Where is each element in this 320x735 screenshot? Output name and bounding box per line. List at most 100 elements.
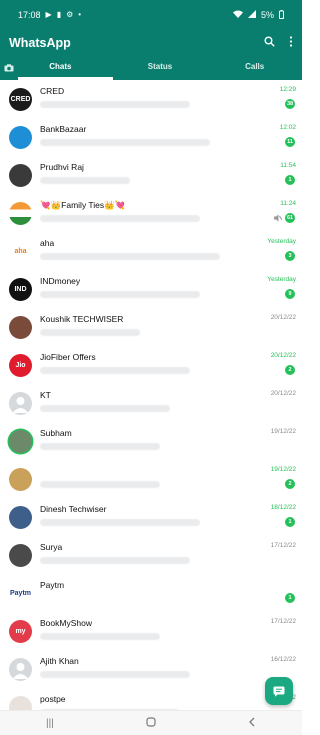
chat-content: CRED — [40, 83, 254, 115]
chat-content: Surya — [40, 539, 254, 571]
chat-time: 20/12/22 — [270, 314, 296, 321]
chat-meta: 20/12/22 2 — [254, 349, 296, 381]
chat-content: 💘👑Family Ties👑💘 — [40, 197, 254, 229]
chat-time: 20/12/22 — [270, 352, 296, 359]
status-bar: 17:08 ▶ ▮ ⚙ • 5% — [0, 0, 302, 30]
chat-row[interactable]: KT 20/12/22 — [0, 384, 302, 422]
chat-row[interactable]: CRED CRED 12:29 38 — [0, 80, 302, 118]
chat-content: Ajith Khan — [40, 653, 254, 685]
avatar[interactable] — [9, 391, 32, 415]
dot-icon: • — [78, 10, 82, 19]
message-preview — [40, 367, 190, 374]
avatar[interactable] — [9, 125, 32, 149]
chat-name: aha — [40, 238, 55, 248]
unread-badge: 1 — [285, 175, 295, 185]
message-preview — [40, 405, 170, 412]
avatar[interactable] — [9, 657, 32, 681]
chat-name: Prudhvi Raj — [40, 162, 84, 172]
chat-time: 11:54 — [280, 162, 296, 169]
chat-row[interactable]: Paytm Paytm 1 — [0, 574, 302, 612]
chat-time: 12:02 — [279, 124, 296, 131]
chat-meta: 19/12/22 — [254, 425, 296, 457]
chat-name: BankBazaar — [40, 124, 87, 134]
message-icon — [273, 686, 285, 697]
message-preview — [40, 215, 200, 222]
home-icon[interactable] — [146, 716, 156, 730]
chat-content: Subham — [40, 425, 254, 457]
chat-content: BookMyShow — [40, 615, 254, 647]
chat-row[interactable]: BankBazaar 12:02 11 — [0, 118, 302, 156]
battery-level: 5% — [260, 10, 274, 20]
search-icon[interactable] — [264, 34, 275, 52]
unread-badge: 61 — [285, 213, 295, 223]
chat-meta: 20/12/22 — [254, 311, 296, 343]
tab-status-label: Status — [147, 62, 173, 71]
unread-badge: 11 — [285, 137, 295, 147]
avatar[interactable] — [9, 467, 32, 491]
settings-icon: ⚙ — [66, 10, 74, 19]
avatar[interactable] — [9, 429, 32, 453]
back-icon[interactable] — [248, 717, 256, 730]
chat-row[interactable]: Koushik TECHWISER 20/12/22 — [0, 308, 302, 346]
chat-name: Dinesh Techwiser — [40, 504, 107, 514]
message-preview — [40, 519, 200, 526]
chat-row[interactable]: Prudhvi Raj 11:54 1 — [0, 156, 302, 194]
app-title: WhatsApp — [9, 36, 71, 50]
chat-time: 17/12/22 — [270, 618, 296, 625]
message-preview — [40, 671, 190, 678]
chat-row[interactable]: Dinesh Techwiser 18/12/22 1 — [0, 498, 302, 536]
avatar[interactable] — [9, 201, 32, 225]
avatar[interactable]: IND — [9, 277, 32, 301]
chat-row[interactable]: 💘👑Family Ties👑💘 11:24 61 — [0, 194, 302, 232]
avatar-text: Jio — [15, 361, 26, 369]
avatar[interactable]: CRED — [9, 87, 32, 111]
avatar[interactable]: Paytm — [9, 581, 32, 605]
chat-meta: 11:24 61 — [254, 197, 296, 229]
chat-time: Yesterday — [267, 238, 296, 245]
chat-meta: Yesterday 9 — [254, 273, 296, 305]
chat-name: postpe — [40, 694, 66, 704]
chat-meta: 19/12/22 2 — [254, 463, 296, 495]
chat-content: KT — [40, 387, 254, 419]
chat-row[interactable]: Ajith Khan 16/12/22 — [0, 650, 302, 688]
recents-icon[interactable]: ||| — [46, 718, 54, 729]
avatar[interactable] — [9, 315, 32, 339]
camera-icon[interactable] — [0, 56, 18, 80]
tab-calls-label: Calls — [245, 62, 265, 71]
avatar[interactable] — [9, 543, 32, 567]
chat-time: 16/12/22 — [270, 656, 296, 663]
chat-meta: 1 — [254, 577, 296, 609]
avatar[interactable] — [9, 163, 32, 187]
default-avatar-icon — [12, 396, 29, 413]
chat-name: Ajith Khan — [40, 656, 79, 666]
new-chat-button[interactable] — [265, 677, 293, 705]
chat-row[interactable]: Surya 17/12/22 — [0, 536, 302, 574]
message-preview — [40, 329, 140, 336]
tab-status[interactable]: Status — [113, 56, 208, 80]
avatar[interactable]: aha — [9, 239, 32, 263]
chat-row[interactable]: IND INDmoney Yesterday 9 — [0, 270, 302, 308]
tab-calls[interactable]: Calls — [207, 56, 302, 80]
tab-chats[interactable]: Chats — [18, 56, 113, 80]
unread-badge: 1 — [285, 593, 295, 603]
avatar[interactable]: Jio — [9, 353, 32, 377]
chat-row[interactable]: aha aha Yesterday 3 — [0, 232, 302, 270]
chat-row[interactable]: Subham 19/12/22 — [0, 422, 302, 460]
avatar[interactable]: my — [9, 619, 32, 643]
chat-row[interactable]: my BookMyShow 17/12/22 — [0, 612, 302, 650]
more-options-icon[interactable] — [289, 34, 293, 52]
avatar[interactable] — [9, 505, 32, 529]
chat-meta: Yesterday 3 — [254, 235, 296, 267]
chat-content: INDmoney — [40, 273, 254, 305]
avatar-text: CRED — [10, 95, 31, 103]
chat-row[interactable]: Jio JioFiber Offers 20/12/22 2 — [0, 346, 302, 384]
chat-content: aha — [40, 235, 254, 267]
message-preview — [40, 633, 160, 640]
chat-content: Koushik TECHWISER — [40, 311, 254, 343]
chat-time: 12:29 — [279, 86, 296, 93]
chat-time: 19/12/22 — [270, 466, 296, 473]
message-preview — [40, 253, 220, 260]
chat-row[interactable]: 19/12/22 2 — [0, 460, 302, 498]
notification-icon: ▮ — [56, 10, 62, 19]
avatar-text: aha — [14, 247, 27, 255]
